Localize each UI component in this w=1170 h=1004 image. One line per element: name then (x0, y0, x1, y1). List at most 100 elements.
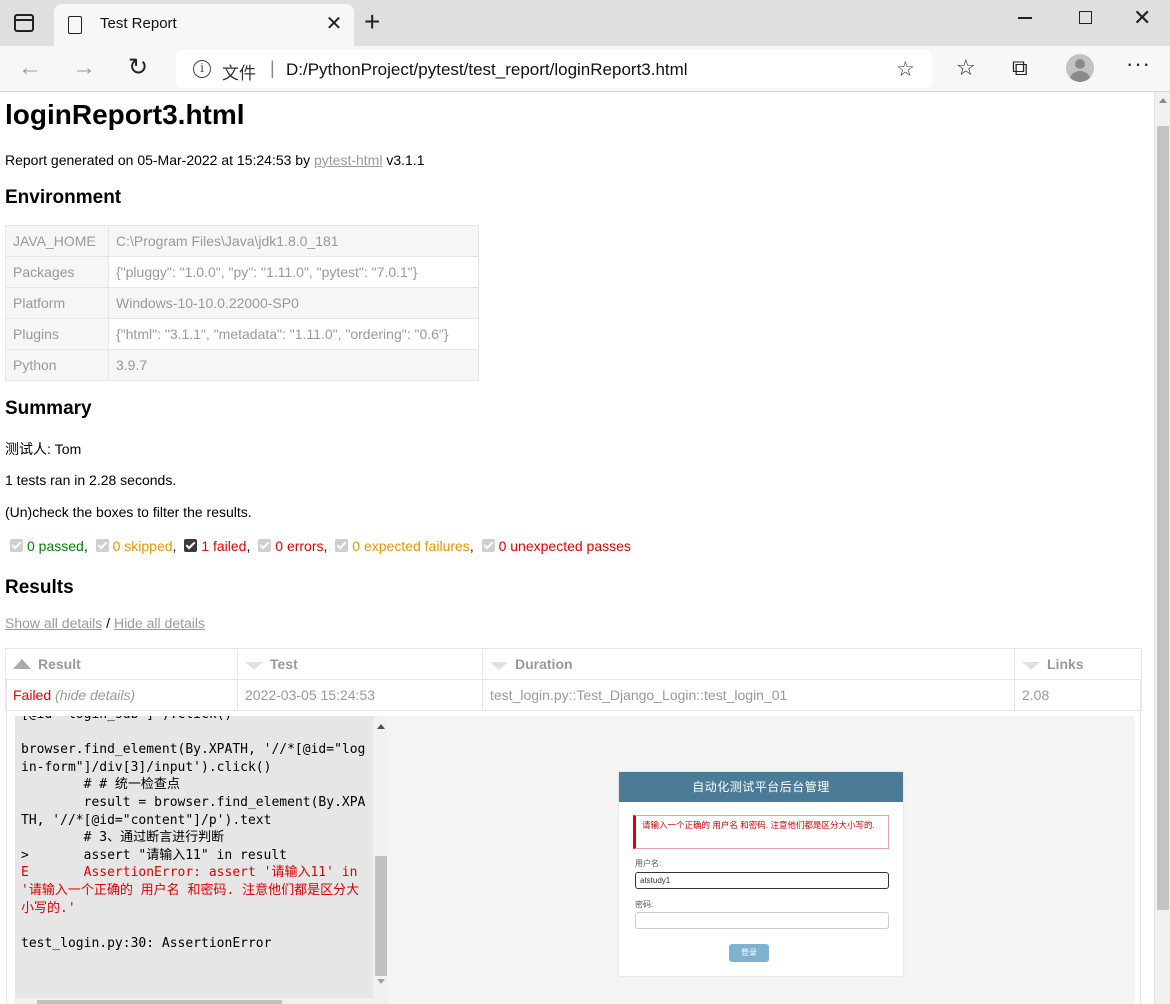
sort-icon (490, 662, 508, 670)
sort-icon (245, 662, 263, 670)
xfail-count: 0 expected failures (352, 538, 470, 554)
env-key: JAVA_HOME (5, 225, 109, 257)
browser-tab[interactable]: Test Report ✕ (54, 4, 354, 46)
xfail-checkbox[interactable] (335, 539, 349, 552)
address-bar[interactable]: i 文件 | D:/PythonProject/pytest/test_repo… (176, 50, 932, 88)
env-value: {"html": "3.1.1", "metadata": "1.11.0", … (108, 318, 479, 350)
duration-column-header[interactable]: Duration (482, 648, 1015, 680)
filter-hint: (Un)check the boxes to filter the result… (5, 504, 252, 520)
sort-icon (1022, 662, 1040, 670)
maximize-icon[interactable] (1079, 11, 1092, 24)
hide-all-details-link[interactable]: Hide all details (114, 615, 205, 631)
address-separator: | (270, 58, 275, 78)
env-value: 3.9.7 (108, 349, 479, 381)
test-column-label: Test (270, 656, 298, 672)
report-title: loginReport3.html (5, 99, 245, 130)
screenshot-password-field (635, 912, 889, 929)
profile-avatar[interactable] (1066, 54, 1094, 82)
document-icon (68, 16, 82, 34)
errors-count: 0 errors (275, 538, 324, 554)
result-column-label: Result (38, 656, 81, 672)
tests-ran-line: 1 tests ran in 2.28 seconds. (5, 472, 177, 488)
address-scheme-label: 文件 (222, 64, 256, 83)
environment-table: JAVA_HOME C:\Program Files\Java\jdk1.8.0_… (5, 225, 479, 381)
screenshot-header: 自动化测试平台后台管理 (619, 772, 903, 802)
screenshot-password-label: 密码: (635, 900, 654, 909)
sort-asc-icon (13, 659, 31, 669)
test-column-header[interactable]: Test (237, 648, 483, 680)
failure-screenshot: 自动化测试平台后台管理 请输入一个正确的 用户名 和密码. 注意他们都是区分大小… (387, 716, 1135, 1004)
environment-heading: Environment (5, 187, 122, 208)
scroll-down-icon[interactable] (377, 979, 385, 984)
table-row: Python 3.9.7 (5, 349, 479, 381)
back-arrow-icon[interactable]: ← (18, 54, 42, 82)
env-key: Python (5, 349, 109, 381)
browser-toolbar: ← → ↻ i 文件 | D:/PythonProject/pytest/tes… (0, 46, 1170, 92)
log-content: [@id="login_sub"]').click() browser.find… (21, 716, 366, 952)
window-close-icon[interactable]: ✕ (1133, 5, 1151, 31)
generator-version: v3.1.1 (382, 152, 425, 168)
table-row: Platform Windows-10-10.0.22000-SP0 (5, 287, 479, 319)
results-heading: Results (5, 577, 74, 598)
scroll-up-icon[interactable] (1159, 98, 1167, 103)
screenshot-login-button: 登录 (729, 944, 769, 962)
env-value: {"pluggy": "1.0.0", "py": "1.11.0", "pyt… (108, 256, 479, 288)
result-column-header[interactable]: Result (5, 648, 238, 680)
env-key: Plugins (5, 318, 109, 350)
collections-icon[interactable]: ⧉ (1012, 55, 1028, 81)
tab-actions-icon[interactable] (14, 14, 34, 32)
table-row: Packages {"pluggy": "1.0.0", "py": "1.11.… (5, 256, 479, 288)
scroll-up-icon[interactable] (377, 724, 385, 729)
errors-checkbox[interactable] (258, 539, 272, 552)
skipped-count: 0 skipped (112, 538, 173, 554)
close-tab-icon[interactable]: ✕ (324, 11, 344, 36)
details-separator: / (102, 615, 114, 631)
env-key: Platform (5, 287, 109, 319)
log-tail: test_login.py:30: AssertionError (21, 935, 272, 951)
forward-arrow-icon[interactable]: → (72, 54, 96, 82)
report-generated-line: Report generated on 05-Mar-2022 at 15:24… (5, 152, 424, 168)
screenshot-username-field: atstudy1 (635, 872, 889, 889)
favorites-icon[interactable]: ☆ (956, 55, 976, 81)
add-favorite-icon[interactable]: ☆ (896, 57, 915, 82)
page-scrollbar[interactable] (1154, 92, 1170, 1004)
failed-checkbox[interactable] (184, 539, 198, 552)
log-hscroll-thumb[interactable] (37, 1000, 282, 1004)
links-column-label: Links (1047, 656, 1084, 672)
refresh-icon[interactable]: ↻ (128, 53, 148, 82)
log-text: [@id="login_sub"]').click() browser.find… (21, 716, 366, 863)
result-filters: 0 passed, 0 skipped, 1 failed, 0 errors,… (10, 538, 635, 554)
failed-count: 1 failed (201, 538, 247, 554)
details-links: Show all details / Hide all details (5, 615, 205, 631)
new-tab-icon[interactable]: + (364, 6, 380, 38)
duration-column-label: Duration (515, 656, 573, 672)
passed-count: 0 passed (27, 538, 84, 554)
page-scroll-thumb[interactable] (1157, 126, 1169, 910)
tab-title: Test Report (100, 15, 177, 32)
xpass-count: 0 unexpected passes (498, 538, 631, 554)
show-all-details-link[interactable]: Show all details (5, 615, 102, 631)
xpass-checkbox[interactable] (481, 539, 495, 552)
info-icon[interactable]: i (193, 60, 211, 78)
report-page: loginReport3.html Report generated on 05… (0, 92, 1154, 1004)
passed-checkbox[interactable] (10, 539, 23, 552)
links-column-header[interactable]: Links (1014, 648, 1142, 680)
pytest-html-link[interactable]: pytest-html (314, 152, 382, 168)
env-value: C:\Program Files\Java\jdk1.8.0_181 (108, 225, 479, 257)
skipped-checkbox[interactable] (95, 539, 109, 552)
result-extra-row: [@id="login_sub"]').click() browser.find… (6, 680, 1141, 1004)
failure-log[interactable]: [@id="login_sub"]').click() browser.find… (15, 716, 390, 1004)
minimize-icon[interactable] (1018, 17, 1032, 19)
address-url[interactable]: D:/PythonProject/pytest/test_report/logi… (286, 60, 688, 80)
env-key: Packages (5, 256, 109, 288)
log-error: E AssertionError: assert '请输入11' in '请输入… (21, 865, 366, 916)
tester-line: 测试人: Tom (5, 441, 82, 457)
log-horizontal-scrollbar[interactable] (15, 998, 373, 1004)
more-options-icon[interactable]: ··· (1126, 51, 1151, 77)
summary-heading: Summary (5, 398, 92, 419)
generated-text: Report generated on 05-Mar-2022 at 15:24… (5, 152, 314, 168)
screenshot-username-label: 用户名: (635, 859, 662, 868)
login-page-screenshot: 自动化测试平台后台管理 请输入一个正确的 用户名 和密码. 注意他们都是区分大小… (619, 772, 903, 976)
title-bar: Test Report ✕ + ✕ (0, 0, 1170, 46)
screenshot-error-alert: 请输入一个正确的 用户名 和密码. 注意他们都是区分大小写的. (633, 815, 889, 849)
